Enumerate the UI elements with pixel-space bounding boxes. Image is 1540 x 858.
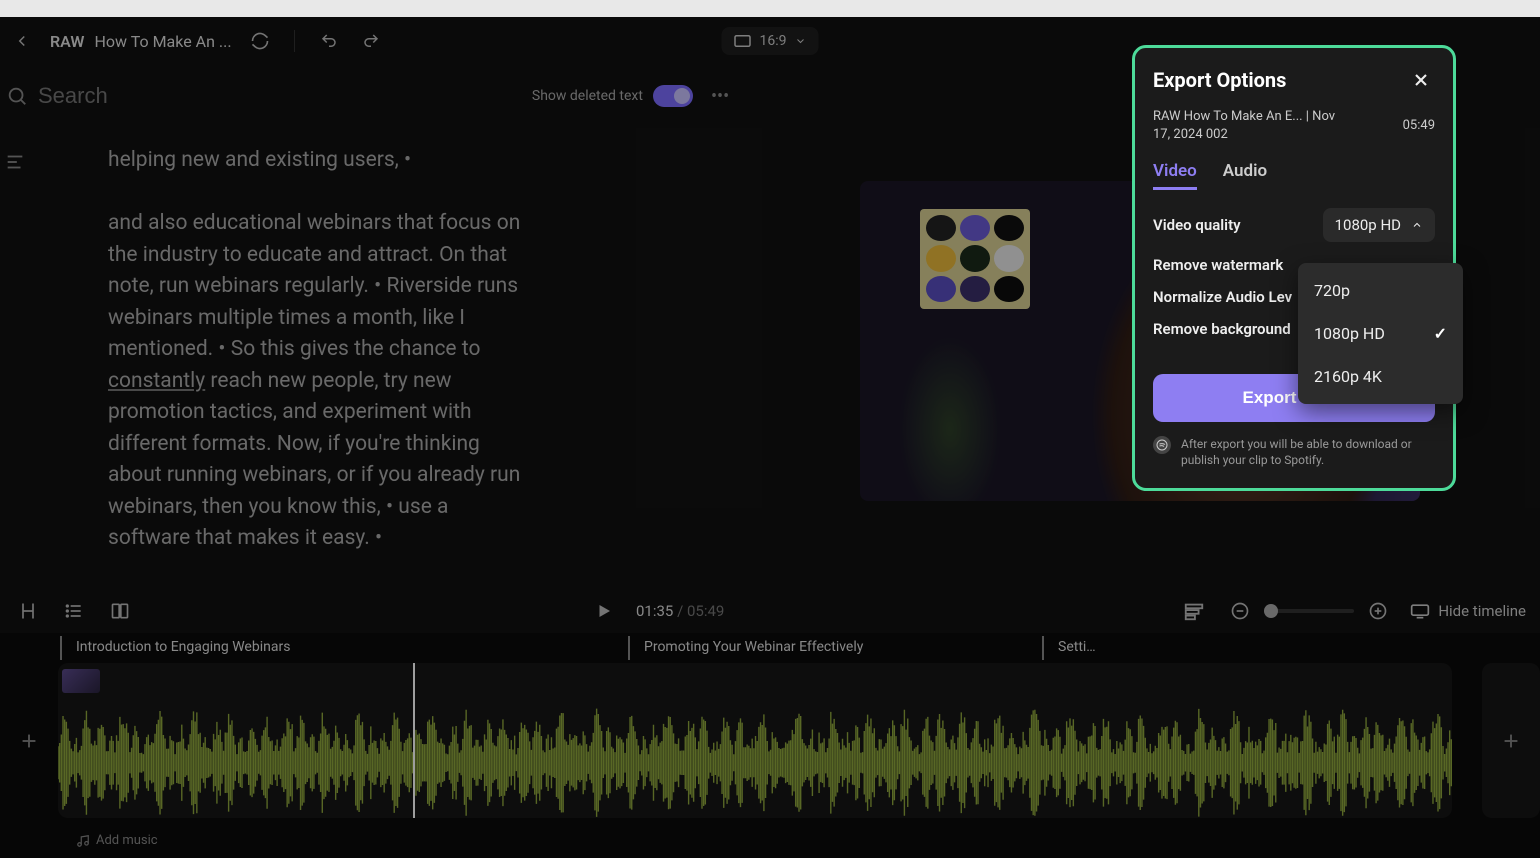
tab-audio[interactable]: Audio: [1223, 161, 1267, 190]
remove-background-label: Remove background: [1153, 320, 1291, 338]
remove-watermark-label: Remove watermark: [1153, 256, 1283, 274]
video-quality-select[interactable]: 1080p HD: [1323, 208, 1435, 242]
export-title: Export Options: [1153, 68, 1286, 92]
vq-option-720[interactable]: 720p: [1298, 269, 1463, 312]
video-quality-label: Video quality: [1153, 216, 1241, 234]
tab-video[interactable]: Video: [1153, 161, 1197, 190]
vq-option-1080[interactable]: 1080p HD: [1298, 312, 1463, 355]
spotify-icon: [1153, 436, 1171, 454]
export-options-panel: Export Options RAW How To Make An E... |…: [1132, 45, 1456, 491]
close-icon[interactable]: [1407, 66, 1435, 94]
normalize-audio-label: Normalize Audio Lev: [1153, 288, 1292, 306]
export-filename: RAW How To Make An E... | Nov 17, 2024 0…: [1153, 108, 1353, 143]
video-quality-value: 1080p HD: [1335, 216, 1401, 234]
export-duration: 05:49: [1403, 117, 1435, 135]
export-footer-text: After export you will be able to downloa…: [1181, 436, 1435, 468]
vq-option-2160[interactable]: 2160p 4K: [1298, 355, 1463, 398]
export-tabs: Video Audio: [1153, 161, 1435, 190]
chevron-up-icon: [1411, 219, 1423, 231]
video-quality-dropdown: 720p 1080p HD 2160p 4K: [1298, 263, 1463, 404]
